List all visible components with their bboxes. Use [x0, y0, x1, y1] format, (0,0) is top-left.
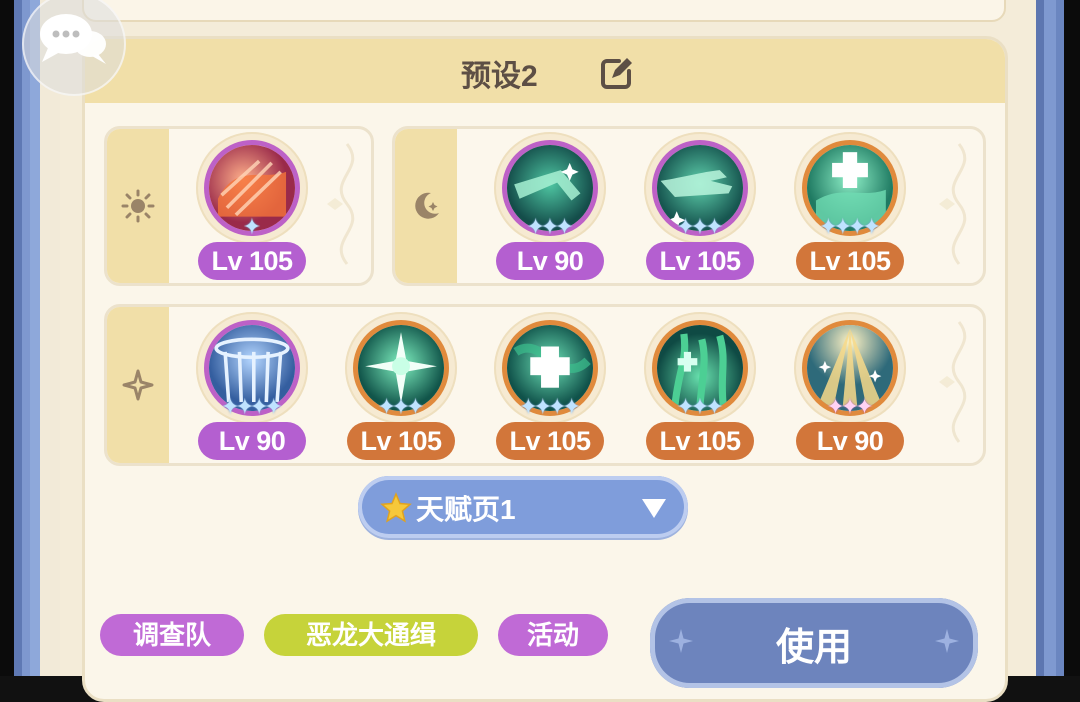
skill-slot[interactable]: ✦✦✦ Lv 105 — [640, 312, 760, 462]
skill-slot[interactable]: ✦✦✦✦ Lv 105 — [490, 312, 610, 462]
talent-page-label: 天赋页1 — [416, 494, 516, 525]
left-frame — [0, 0, 62, 676]
previous-preset-card — [82, 0, 1006, 22]
skill-slot[interactable]: ✦✦✦✦ Lv 90 — [192, 312, 312, 462]
skill-level-badge: Lv 105 — [198, 242, 306, 280]
sparkle-icon — [935, 629, 959, 653]
skill-slot[interactable]: ✦✦✦ Lv 105 — [640, 132, 760, 282]
skill-slot[interactable]: ✦✦✦ Lv 105 — [341, 312, 461, 462]
star-icon: ✦ — [264, 395, 283, 420]
skill-stars: ✦ — [192, 216, 312, 240]
star-icon: ✦ — [242, 215, 262, 240]
use-button[interactable]: 使用 — [650, 598, 978, 688]
star-icon: ✦ — [406, 395, 425, 420]
star-icon — [380, 492, 412, 523]
skill-level-badge: Lv 90 — [496, 242, 604, 280]
skill-level-badge: Lv 105 — [796, 242, 904, 280]
chat-icon — [40, 14, 106, 64]
skill-stars: ✦✦✦ — [640, 216, 760, 240]
row-tab — [395, 129, 457, 283]
row-tab — [107, 307, 169, 463]
tag-survey-team[interactable]: 调查队 — [100, 614, 244, 656]
skill-stars: ✦✦✦✦ — [490, 396, 610, 420]
sun-icon — [121, 189, 155, 223]
preset-title: 预设2 — [461, 60, 538, 93]
skill-stars: ✦✦✦ — [640, 396, 760, 420]
right-frame — [1036, 0, 1080, 676]
skill-stars: ✦✦✦✦ — [790, 216, 910, 240]
skill-level-badge: Lv 105 — [347, 422, 455, 460]
skill-level-badge: Lv 105 — [646, 422, 754, 460]
star-icon: ✦ — [855, 395, 874, 420]
skill-stars: ✦✦✦ — [490, 216, 610, 240]
sparkle-icon — [122, 369, 154, 401]
tag-event[interactable]: 活动 — [498, 614, 608, 656]
skill-slot[interactable]: ✦✦✦✦ Lv 105 — [790, 132, 910, 282]
ornament — [939, 321, 967, 443]
star-icon: ✦ — [705, 395, 724, 420]
skill-slot[interactable]: ✦✦✦ Lv 90 — [790, 312, 910, 462]
skill-level-badge: Lv 105 — [646, 242, 754, 280]
skill-level-badge: Lv 90 — [796, 422, 904, 460]
star-icon: ✦ — [562, 395, 581, 420]
edit-icon[interactable] — [597, 55, 635, 93]
skill-slot[interactable]: ✦ Lv 105 — [192, 132, 312, 282]
skill-stars: ✦✦✦✦ — [192, 396, 312, 420]
skill-level-badge: Lv 90 — [198, 422, 306, 460]
chevron-down-icon — [642, 499, 666, 518]
talent-page-dropdown[interactable]: 天赋页1 — [358, 476, 688, 538]
skill-stars: ✦✦✦ — [790, 396, 910, 420]
star-icon: ✦ — [862, 215, 881, 240]
ornament — [327, 143, 355, 265]
star-icon: ✦ — [555, 215, 574, 240]
use-button-label: 使用 — [775, 627, 852, 669]
row-tab — [107, 129, 169, 283]
skill-stars: ✦✦✦ — [341, 396, 461, 420]
preset-header: 预设2 — [85, 39, 1005, 103]
moon-icon — [415, 192, 439, 219]
star-icon: ✦ — [705, 215, 724, 240]
tag-dragon-wanted[interactable]: 恶龙大通缉 — [264, 614, 478, 656]
skill-level-badge: Lv 105 — [496, 422, 604, 460]
ornament — [939, 143, 967, 265]
skill-slot[interactable]: ✦✦✦ Lv 90 — [490, 132, 610, 282]
